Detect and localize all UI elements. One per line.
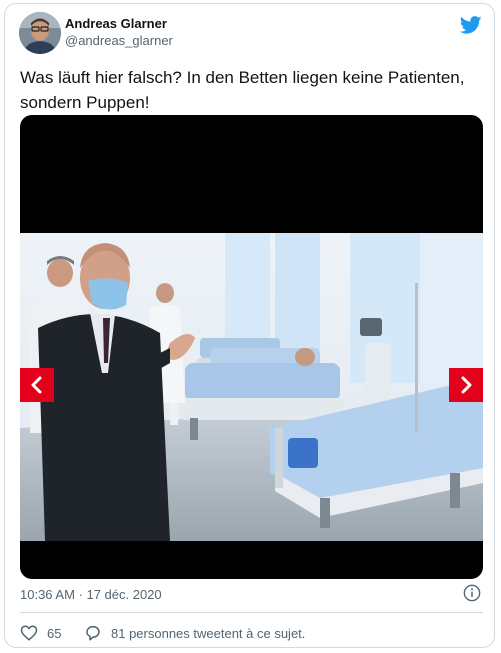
tweet-card: Andreas Glarner @andreas_glarner Was läu… xyxy=(4,3,495,648)
author-name[interactable]: Andreas Glarner xyxy=(65,16,167,31)
conversation-link[interactable]: 81 personnes tweetent à ce sujet. xyxy=(84,624,305,642)
heart-icon xyxy=(20,625,38,641)
divider xyxy=(20,612,483,613)
chevron-right-icon xyxy=(461,376,472,394)
like-button[interactable]: 65 xyxy=(20,624,61,642)
media-carousel[interactable] xyxy=(20,115,483,579)
tweet-timestamp[interactable]: 10:36 AM · 17 déc. 2020 xyxy=(20,587,162,602)
chevron-left-icon xyxy=(31,376,42,394)
author-handle[interactable]: @andreas_glarner xyxy=(65,33,173,48)
avatar-image xyxy=(19,12,61,54)
next-image-button[interactable] xyxy=(449,368,483,402)
twitter-bird-icon[interactable] xyxy=(460,14,482,36)
comment-icon xyxy=(86,625,100,641)
conversation-text: 81 personnes tweetent à ce sujet. xyxy=(111,625,306,641)
avatar[interactable] xyxy=(19,12,61,54)
info-icon[interactable] xyxy=(463,584,481,602)
tweet-text: Was läuft hier falsch? In den Betten lie… xyxy=(20,68,465,112)
hospital-photo[interactable] xyxy=(20,233,483,541)
previous-image-button[interactable] xyxy=(20,368,54,402)
like-count: 65 xyxy=(47,625,62,641)
